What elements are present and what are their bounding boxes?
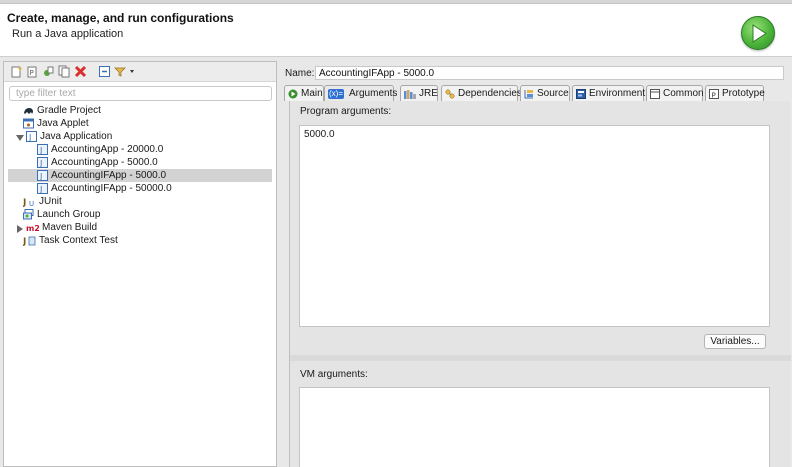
java-config-icon: J: [37, 157, 48, 168]
source-icon: [524, 89, 534, 99]
tab-dependencies[interactable]: Dependencies: [441, 85, 522, 101]
vm-arguments-label: VM arguments:: [300, 369, 368, 380]
launch-group-icon: [23, 209, 34, 220]
tab-common[interactable]: Common: [646, 85, 704, 101]
filter-icon[interactable]: [114, 65, 136, 78]
new-configuration-icon[interactable]: +: [10, 65, 23, 78]
svg-text:J: J: [39, 172, 42, 181]
tab-source[interactable]: Source: [520, 85, 570, 101]
junit-icon: JU: [22, 196, 36, 208]
main-tab-icon: [288, 89, 298, 99]
arguments-tab-icon: (x)=: [328, 88, 344, 99]
java-config-icon: J: [37, 170, 48, 181]
svg-text:J: J: [39, 185, 42, 194]
svg-text:P: P: [712, 91, 716, 99]
tree-item-label: Java Application: [40, 131, 113, 142]
svg-text:J: J: [39, 146, 42, 155]
tree-item-maven-build[interactable]: m2 Maven Build: [26, 221, 97, 234]
filter-input[interactable]: [9, 86, 272, 101]
tab-label: Common: [663, 88, 704, 99]
duplicate-icon[interactable]: [58, 65, 71, 78]
vm-arguments-input[interactable]: [299, 387, 770, 467]
dialog-subtitle: Run a Java application: [12, 28, 124, 40]
svg-text:U: U: [29, 200, 34, 207]
arguments-panel: Program arguments: 5000.0 Variables... V…: [289, 101, 791, 467]
tab-bar: Main (x)= Arguments JRE Dependencies Sou…: [284, 85, 790, 101]
tree-item-label: AccountingIFApp - 5000.0: [51, 170, 167, 181]
tab-label: Environment: [589, 88, 646, 99]
tab-label: Arguments: [349, 88, 398, 99]
common-icon: [650, 88, 660, 99]
svg-text:J: J: [28, 133, 31, 142]
tree-item-java-applet[interactable]: Java Applet: [23, 117, 89, 130]
program-arguments-input[interactable]: 5000.0: [299, 125, 770, 327]
tree-item-label: AccountingApp - 5000.0: [51, 157, 158, 168]
tree-item-config[interactable]: J AccountingApp - 20000.0: [37, 143, 163, 156]
collapse-all-icon[interactable]: [98, 65, 111, 78]
java-applet-icon: [23, 118, 34, 129]
tree-item-gradle-project[interactable]: Gradle Project: [23, 104, 101, 117]
tree-item-label: AccountingIFApp - 50000.0: [51, 183, 172, 194]
svg-text:m2: m2: [26, 224, 39, 233]
tab-arguments[interactable]: (x)= Arguments: [324, 85, 398, 101]
task-context-test-icon: J: [22, 235, 36, 247]
name-field[interactable]: [315, 66, 784, 80]
tab-main[interactable]: Main: [284, 85, 324, 101]
java-application-icon: J: [26, 131, 37, 142]
java-config-icon: J: [37, 183, 48, 194]
maven-icon: m2: [26, 222, 40, 233]
configuration-editor: Name: Main (x)= Arguments JRE Dependenci…: [280, 61, 792, 467]
tab-label: Source: [537, 88, 569, 99]
program-arguments-value: 5000.0: [304, 129, 335, 140]
prototype-icon: P: [709, 88, 719, 99]
jre-library-icon: [404, 89, 416, 99]
dependencies-icon: [445, 89, 455, 99]
tree-item-label: Maven Build: [42, 222, 98, 233]
svg-text:J: J: [23, 237, 26, 246]
tree-item-launch-group[interactable]: Launch Group: [23, 208, 100, 221]
tree-item-task-context-test[interactable]: J Task Context Test: [22, 234, 118, 247]
tab-prototype[interactable]: P Prototype: [705, 85, 765, 101]
tab-label: Main: [301, 88, 323, 99]
tree-item-junit[interactable]: JU JUnit: [22, 195, 62, 208]
tab-label: Dependencies: [458, 88, 522, 99]
gradle-icon: [23, 105, 34, 116]
tab-label: JRE: [419, 88, 438, 99]
tree-item-label: Task Context Test: [39, 235, 118, 246]
svg-text:P: P: [30, 69, 34, 77]
program-arguments-label: Program arguments:: [300, 106, 392, 117]
tree-item-config[interactable]: J AccountingApp - 5000.0: [37, 156, 158, 169]
tree-item-label: Java Applet: [37, 118, 89, 129]
variables-button[interactable]: Variables...: [704, 334, 766, 349]
tree-item-label: JUnit: [39, 196, 62, 207]
tab-label: Prototype: [722, 88, 765, 99]
run-play-icon: [741, 16, 775, 50]
dialog-title: Create, manage, and run configurations: [7, 11, 234, 25]
expand-arrow-icon[interactable]: [16, 133, 24, 141]
svg-text:J: J: [39, 159, 42, 168]
new-prototype-icon[interactable]: P: [26, 65, 39, 78]
export-icon[interactable]: [42, 65, 55, 78]
tree-item-java-application[interactable]: J Java Application: [26, 130, 112, 143]
tab-jre[interactable]: JRE: [400, 85, 438, 101]
svg-text:+: +: [17, 65, 23, 73]
configuration-tree-pane: + P Gradle Project: [3, 61, 277, 467]
dialog-header: Create, manage, and run configurations R…: [0, 4, 792, 57]
tree-toolbar: + P: [4, 62, 276, 82]
tab-environment[interactable]: Environment: [572, 85, 646, 101]
delete-icon[interactable]: [74, 65, 87, 78]
section-divider: [290, 355, 791, 361]
tree-item-config[interactable]: J AccountingIFApp - 50000.0: [37, 182, 172, 195]
java-config-icon: J: [37, 144, 48, 155]
tree-item-label: Gradle Project: [37, 105, 101, 116]
svg-text:J: J: [23, 198, 26, 207]
tree-item-config-selected[interactable]: J AccountingIFApp - 5000.0: [8, 169, 272, 182]
name-label: Name:: [285, 68, 315, 79]
environment-icon: [576, 88, 586, 99]
tree-item-label: AccountingApp - 20000.0: [51, 144, 164, 155]
tree-item-label: Launch Group: [37, 209, 101, 220]
collapsed-arrow-icon[interactable]: [16, 224, 24, 233]
